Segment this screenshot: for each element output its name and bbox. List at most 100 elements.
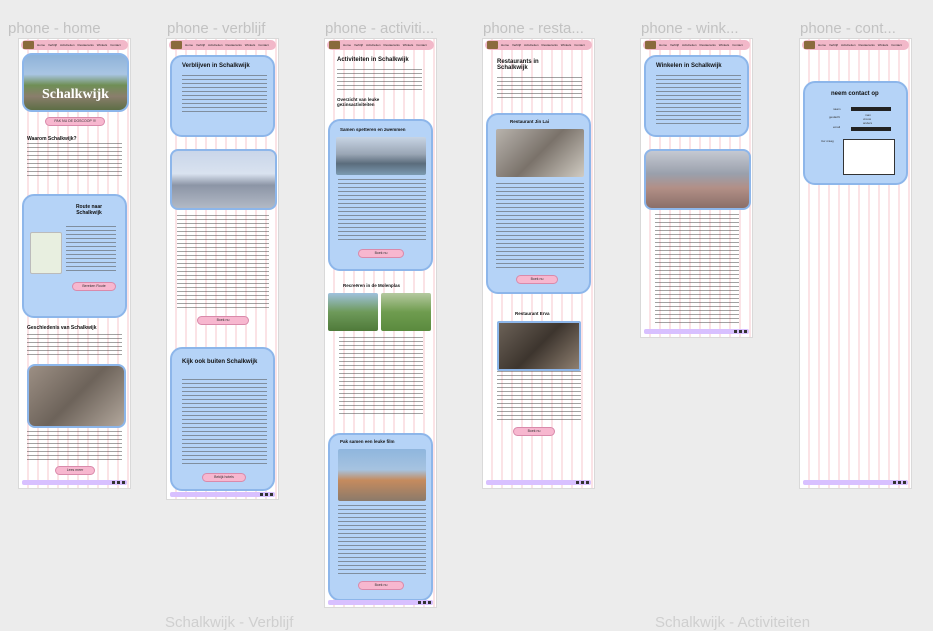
social-icon[interactable] <box>739 330 742 333</box>
activities-subheading: Overzicht van leuke gezinsactiviteiten <box>337 97 380 107</box>
social-icon[interactable] <box>744 330 747 333</box>
frame-title-winkels[interactable]: phone - wink... <box>641 20 739 37</box>
nav-contact[interactable]: Contact <box>732 43 742 47</box>
nav-verblijf[interactable]: Verblijf <box>829 43 838 47</box>
bottom-title-activiteiten[interactable]: Schalkwijk - Activiteiten <box>655 614 810 631</box>
frame-title-verblijf[interactable]: phone - verblijf <box>167 20 265 37</box>
nav-activiteiten[interactable]: Activiteiten <box>682 43 697 47</box>
hero-title: Schalkwijk <box>42 87 109 102</box>
social-icon[interactable] <box>581 481 584 484</box>
gender-option-anders[interactable]: anders <box>863 121 872 125</box>
history-caption <box>27 431 122 463</box>
phone-contact-frame: Home Verblijf Activiteiten Restaurants W… <box>799 38 912 489</box>
nav-activiteiten[interactable]: Activiteiten <box>208 43 223 47</box>
social-icon[interactable] <box>903 481 906 484</box>
social-icon[interactable] <box>734 330 737 333</box>
nav-contact[interactable]: Contact <box>258 43 268 47</box>
nav-winkels[interactable]: Winkels <box>245 43 256 47</box>
film-text <box>338 505 426 575</box>
nav-verblijf[interactable]: Verblijf <box>512 43 521 47</box>
nav-verblijf[interactable]: Verblijf <box>670 43 679 47</box>
frame-title-restaurants[interactable]: phone - resta... <box>483 20 584 37</box>
activities-heading: Activiteiten in Schalkwijk <box>337 57 409 63</box>
read-more-button[interactable]: Lees meer <box>55 466 95 475</box>
erva-book-button[interactable]: Boek nu <box>513 427 555 436</box>
nav-verblijf[interactable]: Verblijf <box>48 43 57 47</box>
nav-activiteiten[interactable]: Activiteiten <box>841 43 856 47</box>
social-icon[interactable] <box>122 481 125 484</box>
social-icon[interactable] <box>586 481 589 484</box>
hotels-button[interactable]: Bekijk hotels <box>202 473 246 482</box>
social-icon[interactable] <box>260 493 263 496</box>
social-icon[interactable] <box>112 481 115 484</box>
nav-home[interactable]: Home <box>185 43 193 47</box>
molen-heading: Recreëren in de Molenplas <box>343 283 401 288</box>
jinlai-text <box>496 183 584 271</box>
nav-activiteiten[interactable]: Activiteiten <box>366 43 381 47</box>
navbar: Home Verblijf Activiteiten Restaurants W… <box>485 40 592 50</box>
social-icon[interactable] <box>898 481 901 484</box>
nav-restaurants[interactable]: Restaurants <box>700 43 716 47</box>
nav-home[interactable]: Home <box>343 43 351 47</box>
route-button[interactable]: Bereken Route <box>72 282 116 291</box>
phone-restaurants-frame: Home Verblijf Activiteiten Restaurants W… <box>482 38 595 489</box>
film-heading: Pak samen een leuke film <box>340 439 395 444</box>
film-book-button[interactable]: Boek nu <box>358 581 404 590</box>
name-input[interactable] <box>851 107 891 111</box>
nav-home[interactable]: Home <box>37 43 45 47</box>
bottom-title-verblijf[interactable]: Schalkwijk - Verblijf <box>165 614 293 631</box>
contact-card: neem contact op naam geslacht man vrouw … <box>803 81 908 185</box>
social-icon[interactable] <box>270 493 273 496</box>
nav-home[interactable]: Home <box>501 43 509 47</box>
question-textarea[interactable] <box>843 139 895 175</box>
nav-home[interactable]: Home <box>659 43 667 47</box>
jinlai-book-button[interactable]: Boek nu <box>516 275 558 284</box>
frame-title-activiteiten[interactable]: phone - activiti... <box>325 20 434 37</box>
swim-book-button[interactable]: Boek nu <box>358 249 404 258</box>
social-icon[interactable] <box>265 493 268 496</box>
film-image <box>338 449 426 501</box>
social-icon[interactable] <box>117 481 120 484</box>
social-icon[interactable] <box>418 601 421 604</box>
social-icon[interactable] <box>576 481 579 484</box>
logo <box>487 41 498 49</box>
frame-title-contact[interactable]: phone - cont... <box>800 20 896 37</box>
nav-restaurants[interactable]: Restaurants <box>384 43 400 47</box>
nav-contact[interactable]: Contact <box>416 43 426 47</box>
logo <box>804 41 815 49</box>
nav-winkels[interactable]: Winkels <box>561 43 572 47</box>
nav-winkels[interactable]: Winkels <box>878 43 889 47</box>
social-icon[interactable] <box>423 601 426 604</box>
molen-image-1 <box>328 293 378 331</box>
cta-button[interactable]: PAK NU DE DOSCOOP !!! <box>45 117 105 126</box>
nav-verblijf[interactable]: Verblijf <box>196 43 205 47</box>
nav-activiteiten[interactable]: Activiteiten <box>524 43 539 47</box>
shopping-card: Winkelen in Schalkwijk <box>644 55 749 137</box>
nav-contact[interactable]: Contact <box>891 43 901 47</box>
nav-restaurants[interactable]: Restaurants <box>78 43 94 47</box>
nav-home[interactable]: Home <box>818 43 826 47</box>
email-input[interactable] <box>851 127 891 131</box>
why-text <box>27 143 122 178</box>
navbar: Home Verblijf Activiteiten Restaurants W… <box>169 40 276 50</box>
nav-winkels[interactable]: Winkels <box>97 43 108 47</box>
nav-winkels[interactable]: Winkels <box>403 43 414 47</box>
shopping-heading: Winkelen in Schalkwijk <box>656 63 722 69</box>
frame-title-home[interactable]: phone - home <box>8 20 101 37</box>
jinlai-card: Restaurant Jin Lai Boek nu <box>486 113 591 294</box>
footer <box>644 329 749 334</box>
nav-winkels[interactable]: Winkels <box>719 43 730 47</box>
hotel-image <box>170 149 277 210</box>
nav-restaurants[interactable]: Restaurants <box>859 43 875 47</box>
nav-verblijf[interactable]: Verblijf <box>354 43 363 47</box>
nav-restaurants[interactable]: Restaurants <box>226 43 242 47</box>
book-button[interactable]: Boek nu <box>197 316 249 325</box>
social-icon[interactable] <box>893 481 896 484</box>
nav-contact[interactable]: Contact <box>574 43 584 47</box>
phone-home-frame: Home Verblijf Activiteiten Restaurants W… <box>18 38 131 489</box>
swim-card: Samen spetteren en zwemmen Boek nu <box>328 119 433 271</box>
nav-activiteiten[interactable]: Activiteiten <box>60 43 75 47</box>
nav-contact[interactable]: Contact <box>110 43 120 47</box>
social-icon[interactable] <box>428 601 431 604</box>
nav-restaurants[interactable]: Restaurants <box>542 43 558 47</box>
